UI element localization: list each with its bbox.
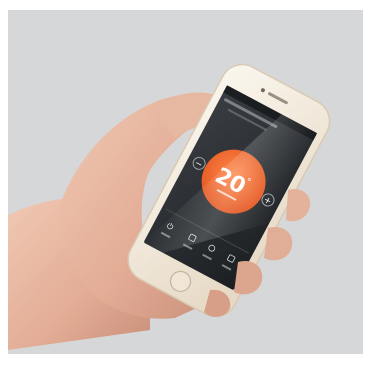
middle-finger <box>264 226 293 261</box>
ring-finger <box>234 260 263 295</box>
smartphone: 20 ° − + ⏻ <box>127 63 331 318</box>
index-finger <box>286 188 311 222</box>
photo-scene: 20 ° − + ⏻ <box>8 63 331 350</box>
photo-stage: 20 ° − + ⏻ <box>0 0 371 388</box>
